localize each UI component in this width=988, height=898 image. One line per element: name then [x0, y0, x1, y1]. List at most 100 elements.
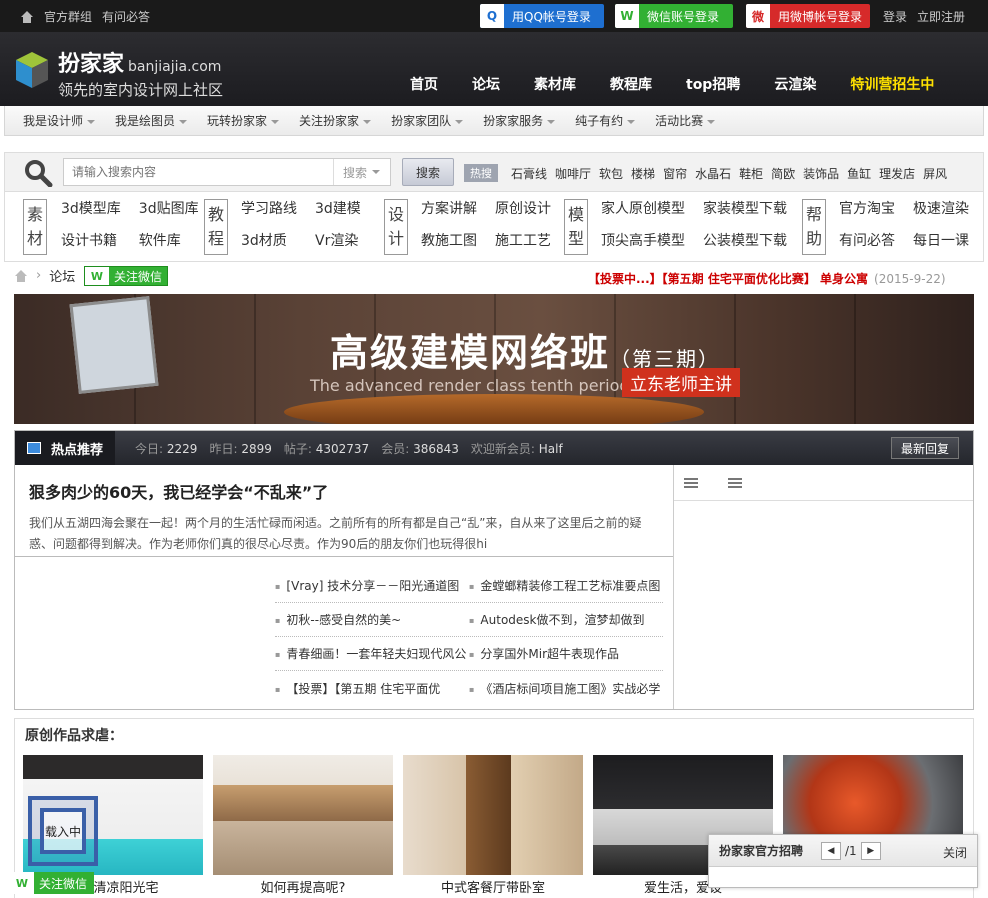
notice-bar[interactable]: 【投票中...】【第五期 住宅平面优化比赛】 单身公寓 (2015-9-22) [588, 270, 946, 287]
hot-word[interactable]: 鞋柜 [739, 165, 763, 182]
list-item[interactable]: Autodesk做不到，渲梦却做到 [469, 611, 663, 628]
featured-title[interactable]: 狠多肉少的60天，我已经学会“不乱来”了 [29, 479, 659, 503]
category-link[interactable]: 方案讲解 [421, 198, 477, 218]
list-item[interactable]: 金螳螂精装修工程工艺标准要点图 [469, 577, 663, 594]
category-link[interactable]: 教施工图 [421, 230, 477, 250]
category-link[interactable]: 3d材质 [241, 230, 297, 250]
subnav-item[interactable]: 我是设计师 [23, 112, 95, 129]
nav-tutorials[interactable]: 教程库 [610, 74, 652, 94]
site-header: 扮家家 banjiajia.com 领先的室内设计网上社区 首页 论坛 素材库 教… [0, 32, 988, 106]
hot-word[interactable]: 楼梯 [631, 165, 655, 182]
nav-forum[interactable]: 论坛 [472, 74, 500, 94]
hot-word[interactable]: 咖啡厅 [555, 165, 591, 182]
wechat-icon: W [85, 267, 109, 285]
category-link[interactable]: 3d建模 [315, 198, 361, 218]
home-icon[interactable] [14, 269, 28, 282]
category-link[interactable]: 家人原创模型 [601, 198, 685, 218]
subnav-item[interactable]: 我是绘图员 [115, 112, 187, 129]
register-link[interactable]: 立即注册 [917, 8, 965, 25]
nav-cloud-render[interactable]: 云渲染 [774, 74, 816, 94]
category-link[interactable]: 公装模型下载 [703, 230, 787, 250]
category-link[interactable]: 3d模型库 [61, 198, 121, 218]
category-link[interactable]: 软件库 [139, 230, 199, 250]
category-link[interactable]: 设计书籍 [61, 230, 121, 250]
hot-word[interactable]: 理发店 [879, 165, 915, 182]
category-link[interactable]: 3d贴图库 [139, 198, 199, 218]
hot-word[interactable]: 屏风 [923, 165, 947, 182]
nav-home[interactable]: 首页 [410, 74, 438, 94]
subnav-item[interactable]: 关注扮家家 [299, 112, 371, 129]
home-icon[interactable] [20, 10, 34, 23]
list-item[interactable]: 青春细画！一套年轻夫妇现代风公 [275, 645, 469, 662]
list-item[interactable]: 《酒店标间项目施工图》实战必学 [469, 680, 663, 697]
search-button[interactable]: 搜索 [402, 158, 454, 186]
side-list [673, 465, 973, 709]
search-icon [25, 160, 53, 187]
list-icon[interactable] [684, 477, 698, 488]
work-thumbnail[interactable] [403, 755, 583, 875]
category-links-tutorials: 学习路线 3d建模 3d材质 Vr渲染 [241, 198, 361, 250]
subnav-item[interactable]: 玩转扮家家 [207, 112, 279, 129]
subnav-item[interactable]: 纯子有约 [575, 112, 635, 129]
hot-word[interactable]: 石膏线 [511, 165, 547, 182]
work-thumbnail[interactable] [213, 755, 393, 875]
breadcrumb-current[interactable]: 论坛 [49, 266, 75, 285]
nav-materials[interactable]: 素材库 [534, 74, 576, 94]
official-group-link[interactable]: 官方群组 [44, 8, 92, 25]
category-link[interactable]: 有问必答 [839, 230, 895, 250]
category-link[interactable]: 施工工艺 [495, 230, 551, 250]
hot-recommend-panel: 热点推荐 今日: 2229 昨日: 2899 帖子: 4302737 会员: 3… [14, 430, 974, 710]
category-link[interactable]: 每日一课 [913, 230, 969, 250]
logo-icon[interactable] [14, 50, 50, 90]
subnav-item[interactable]: 扮家家团队 [391, 112, 463, 129]
side-tabs [674, 465, 973, 501]
work-caption[interactable]: 中式客餐厅带卧室 [403, 877, 583, 896]
nav-jobs[interactable]: top招聘 [686, 74, 740, 94]
hot-word[interactable]: 软包 [599, 165, 623, 182]
notice-text[interactable]: 【投票中...】【第五期 住宅平面优化比赛】 单身公寓 [588, 272, 868, 286]
prev-arrow-icon[interactable]: ◀ [821, 842, 841, 860]
login-link[interactable]: 登录 [883, 8, 907, 25]
next-arrow-icon[interactable]: ▶ [860, 842, 881, 860]
chevron-right-icon: › [36, 268, 42, 283]
category-link[interactable]: 官方淘宝 [839, 198, 895, 218]
brand-name: 扮家家 [58, 52, 125, 77]
list-item[interactable]: 初秋--感受自然的美~ [275, 611, 469, 628]
work-caption[interactable]: 如何再提高呢? [213, 877, 393, 896]
hot-word[interactable]: 水晶石 [695, 165, 731, 182]
list-row: 青春细画！一套年轻夫妇现代风公 分享国外Mir超牛表现作品 [275, 637, 663, 671]
weibo-login-button[interactable]: 微 用微博帐号登录 [746, 4, 870, 28]
table-image [284, 394, 704, 424]
follow-wechat-button[interactable]: W 关注微信 [84, 266, 168, 286]
promo-banner[interactable]: 高级建模网络班（第三期） The advanced render class t… [14, 294, 974, 424]
hot-word[interactable]: 简欧 [771, 165, 795, 182]
subnav-item[interactable]: 扮家家服务 [483, 112, 555, 129]
close-button[interactable]: 关闭 [943, 844, 967, 861]
list-icon[interactable] [728, 477, 742, 488]
search-type-select[interactable]: 搜索 [333, 159, 389, 185]
category-link[interactable]: 极速渲染 [913, 198, 969, 218]
category-link[interactable]: Vr渲染 [315, 230, 361, 250]
qa-link[interactable]: 有问必答 [102, 8, 150, 25]
list-item[interactable]: 分享国外Mir超牛表现作品 [469, 645, 663, 662]
recruit-title: 扮家家官方招聘 [719, 844, 804, 858]
category-link[interactable]: 顶尖高手模型 [601, 230, 685, 250]
floating-follow-wechat[interactable]: W 关注微信 [10, 872, 94, 894]
nav-training-camp[interactable]: 特训营招生中 [850, 74, 934, 94]
list-item[interactable]: [Vray] 技术分享－－阳光通道图 [275, 577, 469, 594]
hot-word[interactable]: 装饰品 [803, 165, 839, 182]
hot-word[interactable]: 窗帘 [663, 165, 687, 182]
latest-replies-button[interactable]: 最新回复 [891, 437, 959, 459]
subnav-item[interactable]: 活动比赛 [655, 112, 715, 129]
category-link[interactable]: 学习路线 [241, 198, 297, 218]
hot-search-words: 石膏线 咖啡厅 软包 楼梯 窗帘 水晶石 鞋柜 简欧 装饰品 鱼缸 理发店 屏风 [511, 165, 947, 182]
featured-post[interactable]: 狠多肉少的60天，我已经学会“不乱来”了 我们从五湖四海会聚在一起！两个月的生活… [15, 465, 673, 557]
brand-slogan: 领先的室内设计网上社区 [58, 81, 224, 99]
category-link[interactable]: 原创设计 [495, 198, 551, 218]
wechat-login-button[interactable]: W 微信账号登录 [615, 4, 733, 28]
brand[interactable]: 扮家家 banjiajia.com 领先的室内设计网上社区 [58, 46, 223, 100]
category-link[interactable]: 家装模型下载 [703, 198, 787, 218]
hot-word[interactable]: 鱼缸 [847, 165, 871, 182]
qq-login-button[interactable]: Q 用QQ帐号登录 [480, 4, 604, 28]
list-item[interactable]: 【投票】【第五期 住宅平面优 [275, 680, 469, 697]
